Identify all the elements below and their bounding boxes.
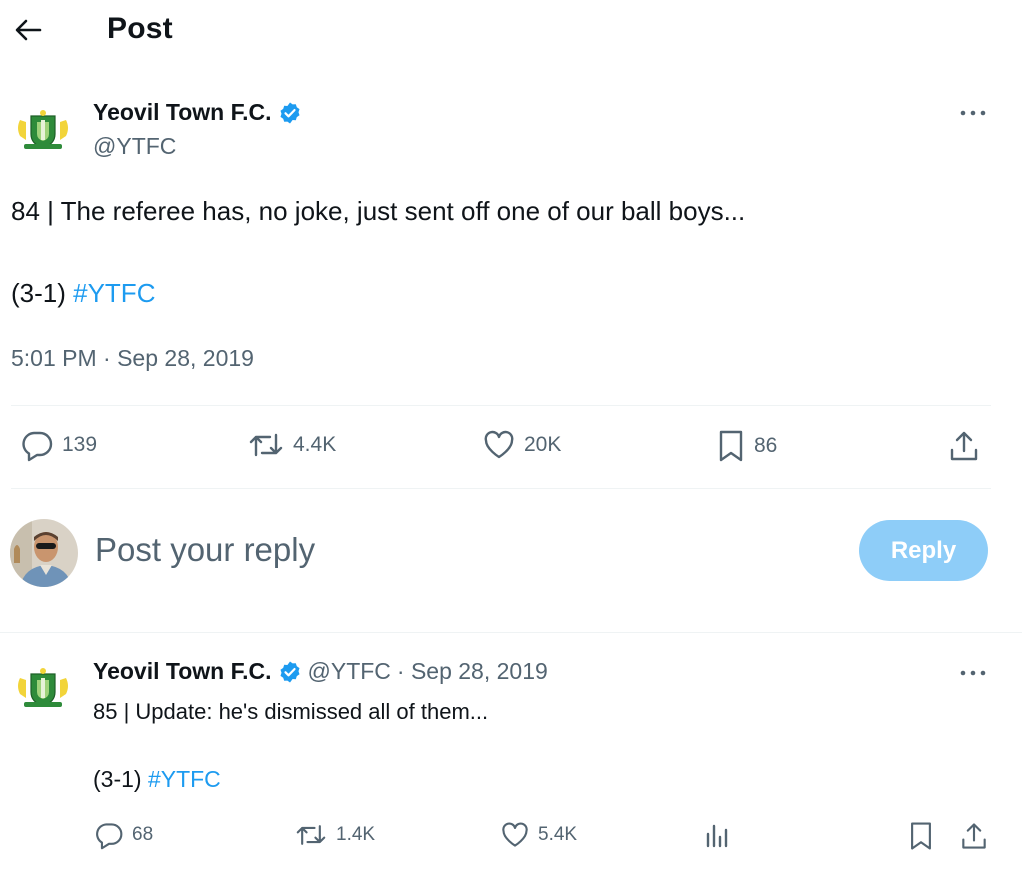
post-text-line: (3-1) #YTFC — [93, 766, 221, 793]
author-handle[interactable]: @YTFC — [308, 658, 391, 685]
share-action[interactable] — [946, 428, 982, 464]
divider — [11, 488, 991, 489]
repost-action[interactable]: 1.4K — [294, 820, 375, 850]
bookmark-icon — [907, 820, 935, 852]
author-handle[interactable]: @YTFC — [93, 133, 176, 160]
reply-input[interactable]: Post your reply — [95, 531, 315, 569]
bookmark-icon — [716, 428, 746, 464]
reply-action[interactable]: 139 — [20, 428, 97, 462]
post-date[interactable]: · Sep 28, 2019 — [397, 658, 548, 685]
user-avatar[interactable] — [10, 519, 78, 587]
bookmark-action[interactable]: 86 — [716, 428, 777, 464]
author-name-text[interactable]: Yeovil Town F.C. — [93, 658, 272, 685]
share-icon — [946, 428, 982, 464]
more-options-icon[interactable] — [955, 660, 991, 686]
share-icon — [958, 820, 990, 852]
post-text-line: (3-1) #YTFC — [11, 278, 155, 309]
comment-icon — [94, 820, 124, 850]
reply-button[interactable]: Reply — [859, 520, 988, 581]
club-crest-avatar[interactable] — [14, 104, 72, 156]
more-options-icon[interactable] — [955, 100, 991, 126]
like-action[interactable]: 5.4K — [500, 820, 577, 850]
hashtag-link[interactable]: #YTFC — [148, 766, 221, 792]
score-text: (3-1) — [11, 278, 74, 308]
author-name[interactable]: Yeovil Town F.C. — [93, 99, 302, 126]
club-crest-avatar[interactable] — [14, 662, 72, 714]
heart-icon — [500, 820, 530, 850]
like-action[interactable]: 20K — [482, 428, 561, 462]
verified-badge-icon — [278, 101, 302, 125]
score-text: (3-1) — [93, 766, 148, 792]
post-text-line: 84 | The referee has, no joke, just sent… — [11, 196, 746, 226]
post-text-line: 85 | Update: he's dismissed all of them.… — [93, 699, 489, 724]
reply-action[interactable]: 68 — [94, 820, 153, 850]
heart-icon — [482, 428, 516, 462]
like-count: 5.4K — [538, 824, 578, 845]
repost-action[interactable]: 4.4K — [247, 428, 336, 462]
bar-chart-icon — [703, 820, 733, 850]
like-count: 20K — [524, 433, 562, 456]
repost-count: 1.4K — [336, 824, 376, 845]
divider — [11, 405, 991, 406]
comment-icon — [20, 428, 54, 462]
page-title: Post — [107, 12, 173, 45]
views-action[interactable] — [703, 820, 733, 850]
bookmark-action[interactable] — [907, 820, 935, 852]
back-arrow-icon[interactable] — [12, 16, 44, 44]
reply-count: 68 — [132, 824, 154, 845]
repost-icon — [247, 428, 285, 462]
reply-count: 139 — [62, 433, 98, 456]
post-timestamp[interactable]: 5:01 PM · Sep 28, 2019 — [11, 345, 254, 372]
share-action[interactable] — [958, 820, 990, 852]
divider — [0, 632, 1022, 633]
reply-author-line: Yeovil Town F.C. @YTFC · Sep 28, 2019 — [93, 658, 548, 685]
repost-count: 4.4K — [293, 433, 337, 456]
author-name-text: Yeovil Town F.C. — [93, 99, 272, 125]
hashtag-link[interactable]: #YTFC — [73, 278, 155, 308]
verified-badge-icon — [278, 660, 302, 684]
bookmark-count: 86 — [754, 434, 778, 457]
repost-icon — [294, 820, 328, 850]
